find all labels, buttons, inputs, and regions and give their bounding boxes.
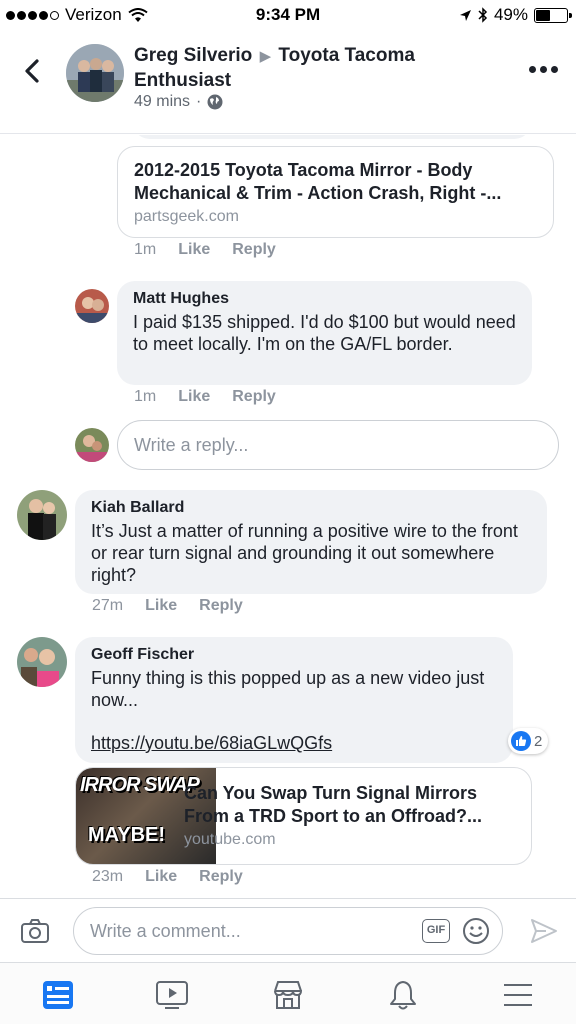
like-button[interactable]: Like	[178, 388, 210, 406]
link-card-domain: partsgeek.com	[134, 208, 239, 225]
camera-icon[interactable]	[20, 918, 50, 944]
link-preview-card[interactable]: 2012-2015 Toyota Tacoma Mirror - Body Me…	[117, 146, 554, 238]
comment-time[interactable]: 27m	[92, 597, 123, 615]
watch-video-icon	[156, 981, 188, 1009]
link-card-title: 2012-2015 Toyota Tacoma Mirror - Body Me…	[134, 160, 502, 203]
tab-marketplace[interactable]	[268, 975, 308, 1015]
video-preview-card[interactable]: IRROR SWAP MAYBE! Can You Swap Turn Sign…	[75, 767, 532, 865]
comment-bubble: Kiah Ballard It’s Just a matter of runni…	[75, 490, 547, 594]
comments-thread: 2012-2015 Toyota Tacoma Mirror - Body Me…	[0, 135, 576, 900]
author-avatar[interactable]	[66, 44, 124, 102]
location-arrow-icon	[459, 9, 471, 21]
comment-actions: 1m Like Reply	[134, 388, 276, 406]
comment-link[interactable]: https://youtu.be/68iaGLwQGfs	[91, 733, 497, 754]
bottom-tab-bar	[0, 962, 576, 1024]
tab-watch[interactable]	[152, 975, 192, 1015]
video-card-domain: youtube.com	[184, 831, 276, 848]
gif-button[interactable]: GIF	[422, 919, 450, 943]
menu-icon	[504, 984, 532, 1006]
comment-time[interactable]: 1m	[134, 241, 156, 259]
reply-button[interactable]: Reply	[199, 597, 243, 615]
comment-text: I paid $135 shipped. I'd do $100 but wou…	[133, 312, 516, 354]
comment-input[interactable]: Write a comment... GIF	[73, 907, 503, 955]
bell-icon	[390, 981, 416, 1010]
send-icon[interactable]	[530, 918, 558, 944]
comment-bubble: Matt Hughes I paid $135 shipped. I'd do …	[117, 281, 532, 385]
commenter-avatar[interactable]	[17, 490, 67, 540]
commenter-avatar[interactable]	[17, 637, 67, 687]
comment-composer: Write a comment... GIF	[0, 898, 576, 962]
like-reaction-icon	[511, 731, 531, 751]
commenter-name[interactable]: Kiah Ballard	[91, 499, 531, 517]
comment-actions: 23m Like Reply	[92, 868, 243, 886]
back-chevron-icon[interactable]	[20, 58, 46, 84]
reaction-number: 2	[534, 732, 543, 750]
reply-input[interactable]: Write a reply...	[117, 420, 559, 470]
comment-text: Funny thing is this popped up as a new v…	[91, 668, 485, 710]
reply-button[interactable]: Reply	[232, 388, 276, 406]
reaction-count[interactable]: 2	[508, 728, 549, 754]
arrow-right-icon: ▶	[259, 48, 272, 65]
tab-notifications[interactable]	[383, 975, 423, 1015]
bluetooth-icon	[478, 7, 488, 23]
post-time[interactable]: 49 mins	[134, 93, 190, 111]
sticker-icon[interactable]	[462, 917, 490, 945]
reply-button[interactable]: Reply	[199, 868, 243, 886]
commenter-avatar[interactable]	[75, 289, 109, 323]
comment-time[interactable]: 23m	[92, 868, 123, 886]
post-title[interactable]: Greg Silverio ▶ Toyota Tacoma Enthusiast	[134, 44, 464, 93]
status-bar: Verizon 9:34 PM 49%	[0, 0, 576, 30]
battery-percent: 49%	[493, 5, 528, 24]
like-button[interactable]: Like	[178, 241, 210, 259]
author-name[interactable]: Greg Silverio	[134, 45, 252, 66]
comment-actions: 1m Like Reply	[134, 241, 276, 259]
video-card-title: Can You Swap Turn Signal Mirrors From a …	[184, 783, 482, 826]
news-feed-icon	[43, 981, 73, 1009]
like-button[interactable]: Like	[145, 597, 177, 615]
reply-button[interactable]: Reply	[232, 241, 276, 259]
tab-menu[interactable]	[498, 975, 538, 1015]
comment-text: It’s Just a matter of running a positive…	[91, 521, 518, 585]
previous-bubble-tail	[132, 135, 532, 139]
more-options-icon[interactable]	[529, 66, 558, 73]
comment-placeholder: Write a comment...	[90, 921, 241, 941]
comment-actions: 27m Like Reply	[92, 597, 243, 615]
comment-bubble: Geoff Fischer Funny thing is this popped…	[75, 637, 513, 763]
commenter-name[interactable]: Geoff Fischer	[91, 646, 497, 664]
commenter-name[interactable]: Matt Hughes	[133, 290, 516, 308]
my-avatar	[75, 428, 109, 462]
globe-icon	[207, 94, 223, 110]
battery-icon	[534, 7, 572, 23]
marketplace-icon	[274, 981, 303, 1009]
like-button[interactable]: Like	[145, 868, 177, 886]
tab-news-feed[interactable]	[38, 975, 78, 1015]
post-header: Greg Silverio ▶ Toyota Tacoma Enthusiast…	[0, 30, 576, 134]
comment-time[interactable]: 1m	[134, 388, 156, 406]
thumbnail-text-bottom: MAYBE!	[88, 824, 166, 846]
thumbnail-text-top: IRROR SWAP	[80, 774, 200, 796]
